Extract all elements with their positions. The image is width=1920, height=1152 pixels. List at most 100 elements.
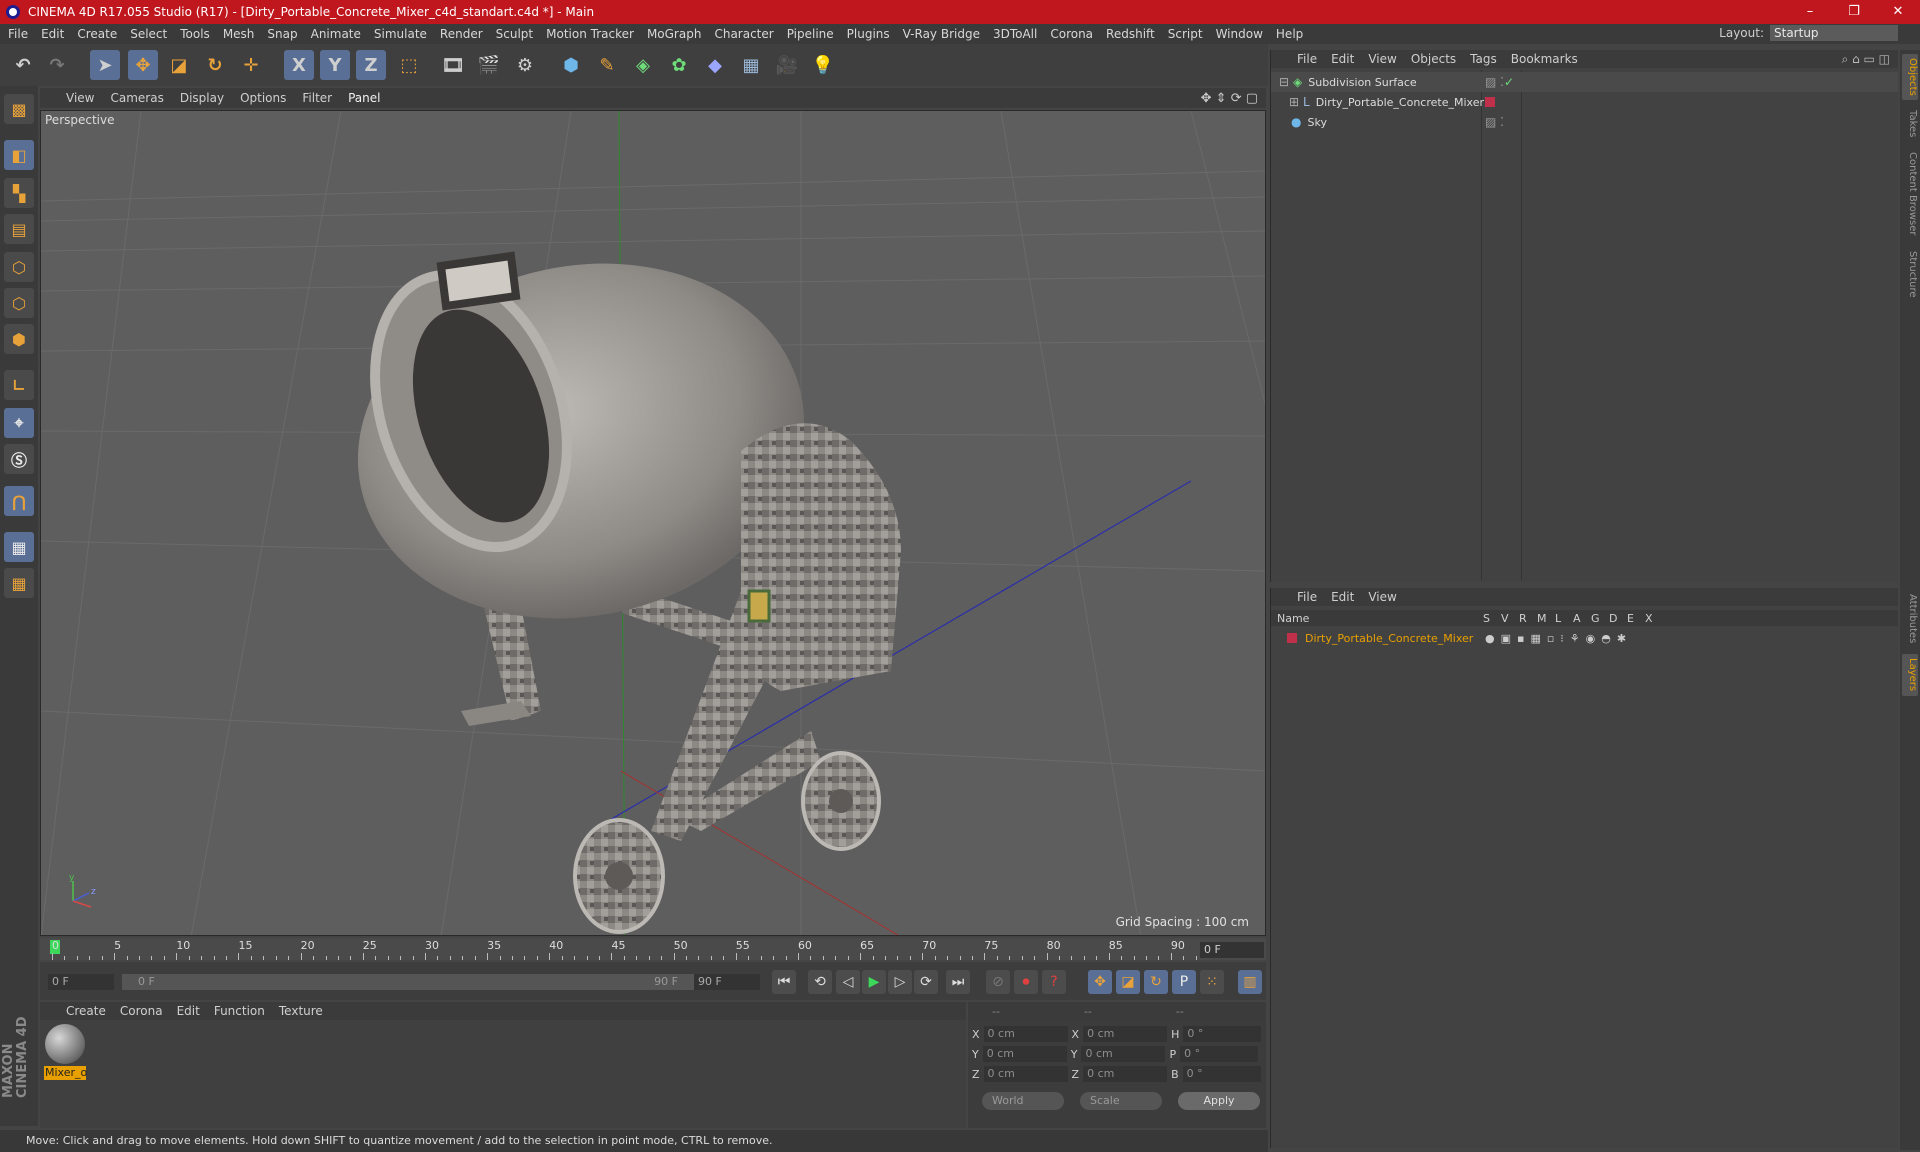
menu-sculpt[interactable]: Sculpt	[496, 27, 533, 41]
timeline-ruler[interactable]: 0 5 10 15 20 25 30 35 40 45 50 55 60 65 70 75 80 85 90	[40, 938, 1266, 960]
object-row-concrete-mixer[interactable]: ⊞ L Dirty_Portable_Concrete_Mixer	[1271, 92, 1898, 112]
key-scale-icon[interactable]: ◪	[1116, 970, 1140, 994]
axis-mode-icon[interactable]: ∟	[4, 370, 34, 400]
render-to-picture-viewer-icon[interactable]: 🎬	[474, 50, 504, 80]
camera-label[interactable]: Perspective	[45, 113, 115, 127]
workplane-align-icon[interactable]: ▦	[4, 568, 34, 598]
layout-dropdown[interactable]: Startup	[1770, 25, 1898, 41]
layer-color-swatch[interactable]	[1485, 97, 1495, 107]
select-tool-icon[interactable]: ➤	[90, 50, 120, 80]
material-menu-texture[interactable]: Texture	[279, 1004, 323, 1018]
next-key-icon[interactable]: ⟳	[914, 970, 938, 994]
key-parameter-icon[interactable]: P	[1172, 970, 1196, 994]
menu-tools[interactable]: Tools	[180, 27, 210, 41]
minimize-button[interactable]: –	[1788, 0, 1832, 24]
subdivision-surface-icon[interactable]: ◈	[628, 50, 658, 80]
rotation-h-field[interactable]: 0 °	[1183, 1026, 1262, 1042]
menu-animate[interactable]: Animate	[311, 27, 361, 41]
workplane-lock-icon[interactable]: ▦	[4, 532, 34, 562]
viewport-menu-filter[interactable]: Filter	[302, 91, 332, 105]
record-keys-icon[interactable]: ⊘	[986, 970, 1010, 994]
menu-redshift[interactable]: Redshift	[1106, 27, 1155, 41]
go-to-start-icon[interactable]: ⏮	[772, 970, 796, 994]
x-axis-lock-button[interactable]: X	[284, 50, 314, 80]
keyframe-selection-icon[interactable]: ?	[1042, 970, 1066, 994]
apply-button[interactable]: Apply	[1178, 1092, 1260, 1110]
edges-mode-icon[interactable]: ⬡	[4, 288, 34, 318]
coordinate-space-dropdown[interactable]: World	[982, 1092, 1064, 1110]
material-menu-function[interactable]: Function	[214, 1004, 265, 1018]
layer-toggles-icons[interactable]: ●▣▪▦▫⁝⚘◉◓✱	[1485, 632, 1632, 645]
render-settings-icon[interactable]: ⚙	[510, 50, 540, 80]
objects-menu-edit[interactable]: Edit	[1331, 52, 1354, 66]
menu-script[interactable]: Script	[1168, 27, 1203, 41]
menu-motion-tracker[interactable]: Motion Tracker	[546, 27, 634, 41]
pen-spline-icon[interactable]: ✎	[592, 50, 622, 80]
polygons-mode-icon[interactable]: ⬢	[4, 324, 34, 354]
layer-color-swatch[interactable]	[1287, 633, 1297, 643]
cube-object-icon[interactable]: ⬢	[556, 50, 586, 80]
model-mode-icon[interactable]: ◧	[4, 140, 34, 170]
move-tool-icon[interactable]: ✥	[128, 50, 158, 80]
undo-icon[interactable]: ↶	[8, 50, 38, 80]
object-row-sky[interactable]: ● Sky ▨ ⁚	[1271, 112, 1898, 132]
material-menu-corona[interactable]: Corona	[120, 1004, 163, 1018]
tab-content-browser[interactable]: Content Browser	[1902, 148, 1918, 240]
camera-object-icon[interactable]: 🎥	[772, 50, 802, 80]
menu-help[interactable]: Help	[1276, 27, 1303, 41]
tab-layers[interactable]: Layers	[1902, 654, 1918, 696]
viewport-menu-options[interactable]: Options	[240, 91, 286, 105]
size-mode-dropdown[interactable]: Scale	[1080, 1092, 1162, 1110]
menu-plugins[interactable]: Plugins	[847, 27, 890, 41]
solo-mode-icon[interactable]: Ⓢ	[4, 444, 34, 474]
autokeying-icon[interactable]: ⏺	[1014, 970, 1038, 994]
object-manager-search-icon[interactable]: ⌕ ⌂ ▭ ◫	[1842, 52, 1890, 67]
rotate-tool-icon[interactable]: ↻	[200, 50, 230, 80]
go-to-end-icon[interactable]: ⏭	[946, 970, 970, 994]
snapping-magnet-icon[interactable]: ⋂	[4, 486, 34, 516]
size-y-field[interactable]: 0 cm	[1081, 1046, 1166, 1062]
objects-menu-objects[interactable]: Objects	[1411, 52, 1456, 66]
light-object-icon[interactable]: 💡	[808, 50, 838, 80]
objects-menu-bookmarks[interactable]: Bookmarks	[1511, 52, 1578, 66]
material-menu-create[interactable]: Create	[66, 1004, 106, 1018]
timeline-window-icon[interactable]: ▥	[1238, 970, 1262, 994]
menu-pipeline[interactable]: Pipeline	[787, 27, 834, 41]
next-frame-icon[interactable]: ▷	[888, 970, 912, 994]
maximize-button[interactable]: ❐	[1832, 0, 1876, 24]
viewport-menu-cameras[interactable]: Cameras	[110, 91, 163, 105]
menu-corona[interactable]: Corona	[1050, 27, 1093, 41]
material-menu-edit[interactable]: Edit	[177, 1004, 200, 1018]
scale-tool-icon[interactable]: ◪	[164, 50, 194, 80]
make-editable-icon[interactable]: ▩	[4, 94, 34, 124]
previous-frame-icon[interactable]: ◁	[836, 970, 860, 994]
visibility-toggle-icon[interactable]: ▨ ⁚✓	[1485, 75, 1514, 89]
position-y-field[interactable]: 0 cm	[982, 1046, 1067, 1062]
tab-attributes[interactable]: Attributes	[1902, 588, 1918, 650]
objects-menu-view[interactable]: View	[1368, 52, 1396, 66]
viewport-navigation-icons[interactable]: ✥ ⇕ ⟳ ▢	[1201, 91, 1258, 106]
menu-file[interactable]: File	[8, 27, 28, 41]
position-z-field[interactable]: 0 cm	[983, 1066, 1068, 1082]
coordinate-system-icon[interactable]: ⬚	[394, 50, 424, 80]
viewport-menu-display[interactable]: Display	[180, 91, 224, 105]
layers-menu-edit[interactable]: Edit	[1331, 590, 1354, 604]
menu-vray-bridge[interactable]: V-Ray Bridge	[903, 27, 980, 41]
deformer-icon[interactable]: ◆	[700, 50, 730, 80]
start-frame-field[interactable]: 0 F	[48, 974, 114, 990]
objects-menu-file[interactable]: File	[1297, 52, 1317, 66]
menu-render[interactable]: Render	[440, 27, 483, 41]
key-pla-icon[interactable]: ⁙	[1200, 970, 1224, 994]
size-z-field[interactable]: 0 cm	[1083, 1066, 1168, 1082]
objects-menu-tags[interactable]: Tags	[1470, 52, 1497, 66]
menu-mesh[interactable]: Mesh	[223, 27, 255, 41]
previous-key-icon[interactable]: ⟲	[808, 970, 832, 994]
menu-edit[interactable]: Edit	[41, 27, 64, 41]
rotation-p-field[interactable]: 0 °	[1180, 1046, 1259, 1062]
viewport-menu-panel[interactable]: Panel	[348, 91, 380, 105]
floor-object-icon[interactable]: ▦	[736, 50, 766, 80]
texture-mode-icon[interactable]: ▚	[4, 178, 34, 208]
points-mode-icon[interactable]: ⬡	[4, 252, 34, 282]
visibility-toggle-icon[interactable]: ▨ ⁚	[1485, 115, 1504, 129]
key-position-icon[interactable]: ✥	[1088, 970, 1112, 994]
